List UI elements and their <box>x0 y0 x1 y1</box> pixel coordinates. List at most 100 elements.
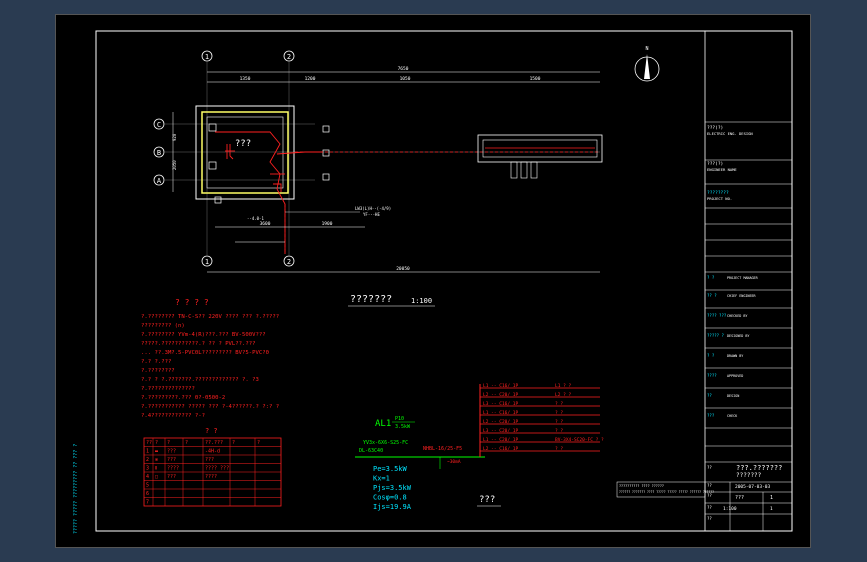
legend-cell: ???? <box>167 466 179 472</box>
feeder-dashed <box>284 151 600 254</box>
dim-left-2: 2050 <box>172 160 177 170</box>
compass-label: N <box>645 46 648 52</box>
circuit-left-label: L2 -- C16/ 1P <box>483 446 519 452</box>
dim-bottom: 20050 <box>396 266 410 272</box>
tb-no-value: ??? <box>735 495 744 501</box>
diagram-title: ??? <box>479 495 495 505</box>
panel-name: AL1 <box>375 419 391 429</box>
legend-cell: □ <box>155 474 158 480</box>
tb-row-label: ? ? <box>707 353 715 358</box>
note-line: ?.??????????? ????? ??? ?-4??????.? ?:? … <box>141 404 279 410</box>
tb-row-value: DESIGNED BY <box>727 334 749 338</box>
room-label: ??? <box>235 139 251 149</box>
circuit-right-label: ? ? <box>555 446 563 452</box>
dim-mid-b: 1900 <box>322 221 333 227</box>
dim-top-2: 1200 <box>305 76 316 82</box>
distribution-diagram: AL1 P10 3.5kW YV3x-6X6-S25-FC DL-63C40 N… <box>355 383 604 511</box>
tb-row-value: DESIGN <box>727 394 739 398</box>
dim-left-1: 920 <box>172 133 177 141</box>
axis-label-b: B <box>157 149 161 157</box>
note-line: ?????.???????????.? ?? ? PVL??.??? <box>141 341 256 347</box>
tb-drawing-name-2: ??????? <box>736 472 762 479</box>
callout-down: --4.0-1 <box>247 216 264 221</box>
dim-top-4: 1500 <box>530 76 541 82</box>
note-line: ?.?????????????? <box>141 386 195 392</box>
tb-row-value: DRAWN BY <box>727 354 743 358</box>
legend-cell: Ⅱ <box>155 466 157 472</box>
tb-sheet-label: ?? <box>707 516 712 521</box>
legend-title: ? ? <box>205 427 218 435</box>
dim-top-1: 1350 <box>240 76 251 82</box>
design-notes: ? ? ? ? ?.???????? TN-C-S?? 220V ???? ??… <box>141 298 279 419</box>
callout-1: LW3(L)H--(-4/9) <box>355 206 391 211</box>
tb-row-label: ???? <box>707 373 717 378</box>
circuit-right-label: L1 ? ? <box>555 383 572 389</box>
meter-label: ~30mA <box>447 459 461 465</box>
legend-cell: 3 <box>146 466 149 472</box>
legend-cell: ??? <box>167 474 176 480</box>
notes-title: ? ? ? ? <box>175 298 209 307</box>
legend-cell: ??? <box>167 457 176 463</box>
circuit-right-label: ? ? <box>555 410 563 416</box>
dim-top-total: 7650 <box>398 66 409 72</box>
plan-scale: 1:100 <box>411 297 432 305</box>
dim-mid-a: 3600 <box>260 221 271 227</box>
tb-scale-label: ?? <box>707 505 712 510</box>
tb-row-value: PROJECT MANAGER <box>727 276 759 280</box>
tb-date-label: ?? <box>707 483 712 488</box>
panel-top: P10 <box>395 416 404 422</box>
axis-label-c: C <box>157 121 161 129</box>
tb-row-value: APPROVED <box>727 374 743 378</box>
circuit-left-label: L2 -- C20/ 1P <box>483 419 519 425</box>
legend-cell: 2 <box>146 457 149 463</box>
note-line: ?.???????? YVm-4(R)???.??? BV-500V??? <box>141 332 266 338</box>
axis-label-1-bottom: 1 <box>205 258 209 266</box>
feeder-label: YV3x-6X6-S25-FC <box>363 440 408 446</box>
legend-header: ??.??? <box>205 440 223 446</box>
circuit-right-label: ? ? <box>555 428 563 434</box>
tb-row-label: ???? ??? <box>707 313 727 318</box>
note-line: ?.?????????.??? 0?-0500-2 <box>141 395 225 401</box>
floor-plan: 1 2 1 2 C B A 7650 1350 1200 1050 1500 9… <box>153 46 660 307</box>
circuit-left-label: L3 -- C16/ 1P <box>483 401 519 407</box>
tb-date: 2005-07-03-03 <box>735 484 771 490</box>
legend-header: ? <box>257 440 260 446</box>
load-param: Ijs=19.9A <box>373 503 412 511</box>
north-arrow-icon <box>644 54 650 79</box>
legend-header: ? <box>167 440 170 446</box>
note-line: ?.? ? ?.???????.????????????? ?. ?3 <box>141 377 259 383</box>
drawing-sheet: ????? ????? ????????? ?? ??? ? 1 2 1 2 C… <box>55 14 811 548</box>
legend-cell: ▬ <box>155 449 158 455</box>
circuit-left-label: L1 -- C20/ 1P <box>483 437 519 443</box>
axis-label-a: A <box>157 177 162 185</box>
legend-cell: 4 <box>146 474 149 480</box>
tb-row-value: CHIEF ENGINEER <box>727 294 757 298</box>
plan-title: ??????? <box>350 294 392 305</box>
tb-sec1-b: ELECTRIC ENG. DESIGN <box>707 131 753 136</box>
bottom-strip-1: ?????????? ???? ?????? <box>619 484 664 488</box>
tb-row-label: ??? <box>707 413 715 418</box>
tb-sheet-value: 1 <box>770 495 773 501</box>
note-line: ?.4???????????? ?-? <box>141 413 205 419</box>
load-param: Kx=1 <box>373 475 390 483</box>
note-line: ?.???????? <box>141 368 175 374</box>
tb-row-value: CHECKED BY <box>727 314 747 318</box>
load-param: Pe=3.5kW <box>373 465 408 473</box>
cad-drawing: ????? ????? ????????? ?? ??? ? 1 2 1 2 C… <box>55 14 811 548</box>
legend-cell: 5 <box>146 483 149 489</box>
legend-header: ? <box>185 440 188 446</box>
circuit-right-label: BV-3X4-SC20-FC ? ? <box>555 437 604 443</box>
circuit-left-label: L1 -- C16/ 1P <box>483 383 519 389</box>
legend-cell: 6 <box>146 491 149 497</box>
legend-cell: ??? <box>205 457 214 463</box>
title-block: ???(?) ELECTRIC ENG. DESIGN ???(?) ENGIN… <box>704 31 792 531</box>
tb-row-label: ?? <box>707 393 712 398</box>
circuit-right-label: ? ? <box>555 419 563 425</box>
tb-sec3-b: PROJECT NO. <box>707 196 732 201</box>
legend-header: ? <box>232 440 235 446</box>
axis-label-2: 2 <box>287 53 291 61</box>
side-note: ????? ????? ????????? ?? ??? ? <box>73 444 79 534</box>
load-param: Pjs=3.5kW <box>373 484 412 492</box>
note-line: ?.? ?.??? <box>141 359 171 365</box>
tb-row-label: ? ? <box>707 275 715 280</box>
